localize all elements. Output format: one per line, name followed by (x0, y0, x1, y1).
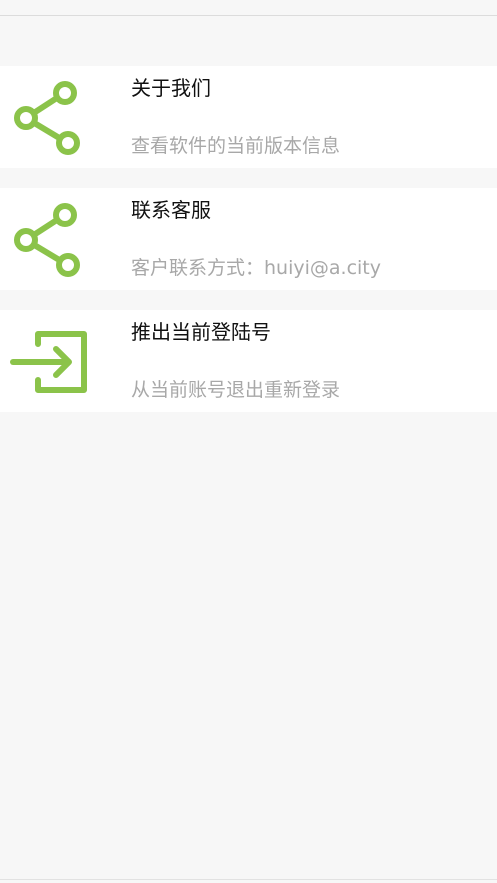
menu-item-contact-support[interactable]: 联系客服 客户联系方式：huiyi@a.city (0, 188, 497, 290)
menu-item-subtitle: 客户联系方式：huiyi@a.city (131, 257, 381, 279)
bottom-divider (0, 879, 497, 880)
menu-item-title: 关于我们 (131, 76, 211, 100)
menu-item-logout[interactable]: 推出当前登陆号 从当前账号退出重新登录 (0, 310, 497, 412)
menu-item-subtitle: 查看软件的当前版本信息 (131, 135, 341, 157)
share-icon (10, 78, 90, 158)
menu-list: 关于我们 查看软件的当前版本信息 联系客服 客户联系方式：huiyi@a.cit… (0, 66, 497, 432)
share-icon (10, 200, 90, 280)
menu-item-title: 联系客服 (131, 198, 211, 222)
top-status-bar (0, 0, 497, 16)
menu-item-subtitle: 从当前账号退出重新登录 (131, 379, 341, 401)
logout-icon (10, 322, 90, 402)
menu-item-title: 推出当前登陆号 (131, 320, 271, 344)
menu-item-about-us[interactable]: 关于我们 查看软件的当前版本信息 (0, 66, 497, 168)
